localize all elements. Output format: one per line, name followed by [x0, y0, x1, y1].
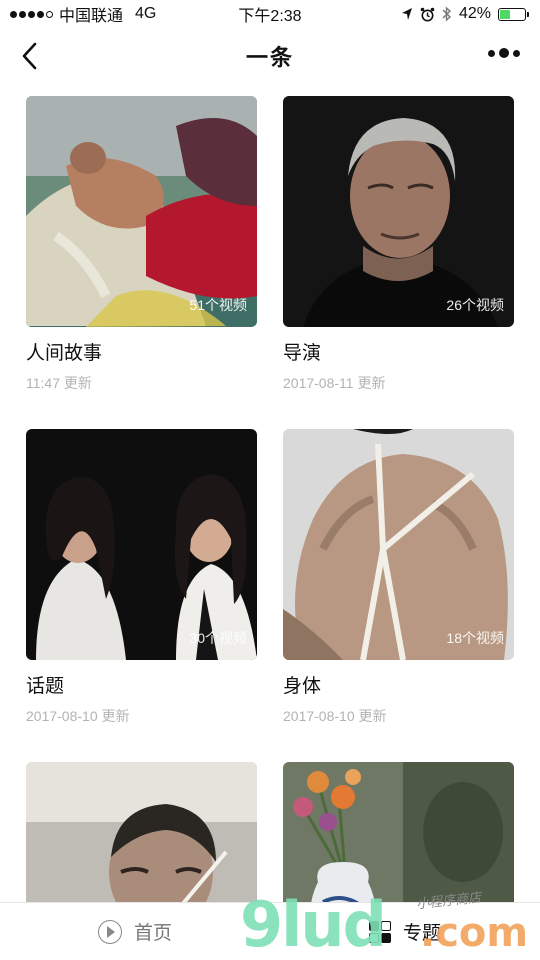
battery-icon — [498, 7, 529, 21]
topic-title: 身体 — [283, 676, 322, 697]
topic-update-time: 2017-08-10 更新 — [26, 708, 130, 724]
play-circle-icon — [97, 919, 122, 944]
topics-grid-icon — [368, 920, 391, 943]
newborn-photo — [26, 96, 257, 327]
battery-percent: 42% — [458, 5, 491, 22]
two-women-photo — [26, 429, 257, 660]
topic-update-time: 11:47 更新 — [26, 375, 92, 391]
topic-title: 导演 — [283, 343, 322, 364]
topic-thumbnail[interactable]: 26个视频 — [283, 96, 514, 327]
status-bar: 中国联通 4G 下午2:38 42% — [0, 0, 540, 28]
topic-thumbnail[interactable]: 51个视频 — [26, 96, 257, 327]
page-title: 一条 — [245, 45, 294, 70]
topic-thumbnail[interactable]: 30个视频 — [26, 429, 257, 660]
alarm-icon — [420, 7, 435, 21]
location-icon — [401, 8, 412, 20]
video-count: 30个视频 — [189, 630, 247, 646]
chevron-left-icon — [22, 42, 37, 70]
battery-level — [500, 9, 511, 19]
video-count: 18个视频 — [446, 630, 504, 646]
topic-title: 人间故事 — [26, 343, 103, 364]
tab-topics-label: 专题 — [402, 923, 441, 944]
topic-card[interactable]: 30个视频 话题 2017-08-10 更新 — [26, 429, 257, 726]
body-back-photo — [283, 429, 514, 660]
tab-home[interactable]: 首页 — [0, 903, 270, 960]
network-type: 4G — [135, 5, 157, 22]
video-count: 51个视频 — [189, 297, 247, 313]
carrier-name: 中国联通 — [59, 8, 124, 25]
tab-topics[interactable]: 专题 — [270, 903, 540, 960]
back-button[interactable] — [14, 40, 44, 72]
status-right: 42% — [401, 5, 529, 23]
tab-bar: 首页 专题 — [0, 902, 540, 960]
nav-bar: 一条 — [0, 28, 540, 84]
topic-update-time: 2017-08-10 更新 — [283, 708, 387, 724]
tab-home-label: 首页 — [133, 923, 172, 944]
director-portrait-photo — [283, 96, 514, 327]
video-count: 26个视频 — [446, 297, 504, 313]
status-left: 中国联通 4G — [10, 2, 156, 26]
more-menu-button[interactable] — [488, 48, 520, 58]
topic-update-time: 2017-08-11 更新 — [283, 375, 386, 391]
topic-title: 话题 — [26, 676, 65, 697]
topic-card[interactable]: 18个视频 身体 2017-08-10 更新 — [283, 429, 514, 726]
bluetooth-icon — [442, 6, 451, 22]
topic-card[interactable]: 26个视频 导演 2017-08-11 更新 — [283, 96, 514, 393]
signal-strength-icon — [10, 10, 53, 18]
topic-card[interactable]: 51个视频 人间故事 11:47 更新 — [26, 96, 257, 393]
topic-thumbnail[interactable]: 18个视频 — [283, 429, 514, 660]
